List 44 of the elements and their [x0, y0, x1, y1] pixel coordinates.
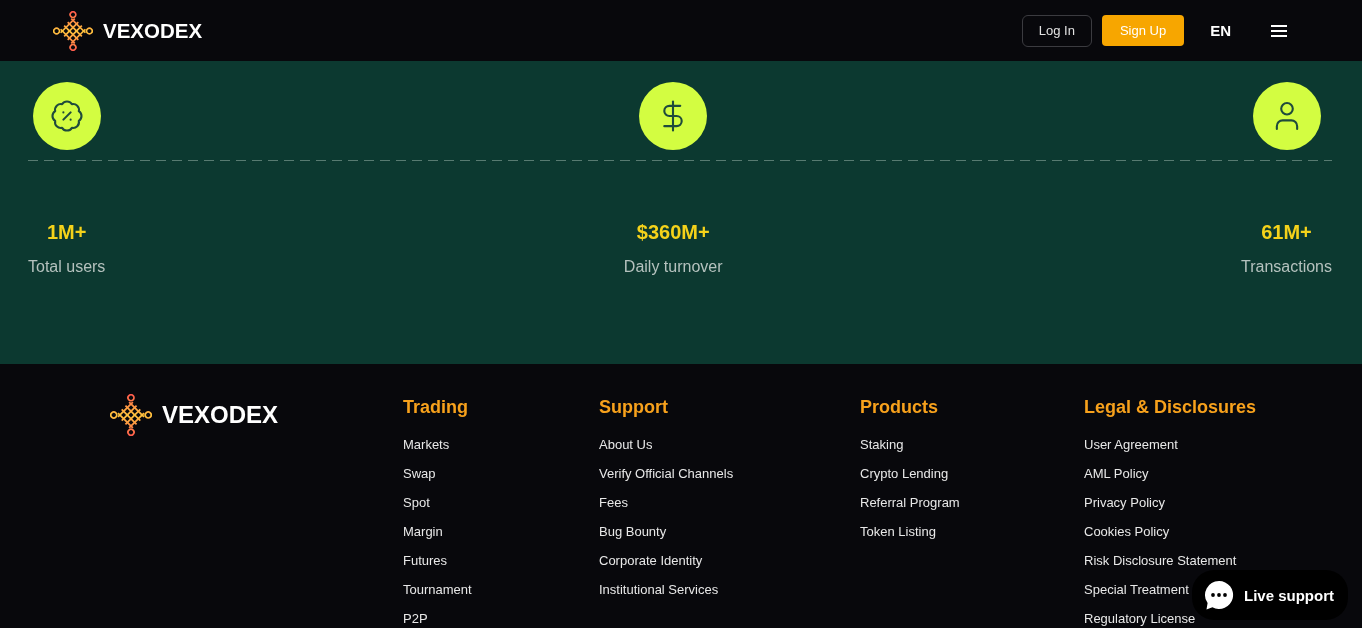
- stat-label: Total users: [28, 257, 106, 277]
- stat-value: 1M+: [46, 220, 87, 244]
- dollar-icon: [639, 82, 708, 150]
- footer-link[interactable]: Bug Bounty: [599, 524, 667, 539]
- footer-link[interactable]: AML Policy: [1084, 466, 1149, 481]
- footer-link[interactable]: Fees: [599, 495, 628, 510]
- knot-logo-icon: [110, 394, 152, 436]
- knot-logo-icon: [53, 10, 93, 51]
- footer-heading: Trading: [403, 396, 468, 418]
- brand-name[interactable]: VEXODEX: [103, 18, 203, 43]
- chat-bubble-icon: [1204, 580, 1234, 610]
- brand-name: VEXODEX: [162, 401, 279, 429]
- footer-link[interactable]: Privacy Policy: [1084, 495, 1165, 510]
- percent-badge-icon: [32, 82, 101, 150]
- footer-link[interactable]: User Agreement: [1084, 437, 1178, 452]
- footer-link[interactable]: Token Listing: [860, 524, 936, 539]
- footer-link[interactable]: Institutional Services: [599, 582, 719, 597]
- stat-label: Transactions: [1241, 257, 1332, 277]
- footer-heading: Products: [860, 396, 938, 418]
- menu-icon[interactable]: [1271, 24, 1287, 37]
- footer-link[interactable]: Cookies Policy: [1084, 524, 1170, 539]
- stat-label: Daily turnover: [623, 257, 723, 277]
- footer-link[interactable]: Risk Disclosure Statement: [1084, 553, 1237, 568]
- log-in-button[interactable]: Log In: [1021, 14, 1092, 47]
- footer-link[interactable]: Corporate Identity: [599, 553, 703, 568]
- footer-link[interactable]: Verify Official Channels: [599, 466, 734, 481]
- footer-link[interactable]: Spot: [403, 495, 430, 510]
- language-selector[interactable]: EN: [1210, 22, 1231, 39]
- footer-heading: Support: [599, 396, 668, 418]
- footer-link[interactable]: Markets: [403, 437, 450, 452]
- stat-value: $360M+: [636, 220, 710, 244]
- footer-link[interactable]: Crypto Lending: [860, 466, 949, 481]
- footer-link[interactable]: P2P: [403, 611, 428, 626]
- footer-link[interactable]: Swap: [403, 466, 436, 481]
- stat-value: 61M+: [1261, 220, 1312, 244]
- footer-link[interactable]: Futures: [403, 553, 448, 568]
- footer-link[interactable]: Margin: [403, 524, 443, 539]
- footer-link[interactable]: Staking: [860, 437, 904, 452]
- footer-heading: Legal & Disclosures: [1084, 396, 1257, 418]
- footer-link[interactable]: Referral Program: [860, 495, 960, 510]
- user-icon: [1252, 82, 1321, 150]
- footer-link[interactable]: About Us: [599, 437, 653, 452]
- footer-link[interactable]: Special Treatment: [1084, 582, 1189, 597]
- footer-link[interactable]: Tournament: [403, 582, 472, 597]
